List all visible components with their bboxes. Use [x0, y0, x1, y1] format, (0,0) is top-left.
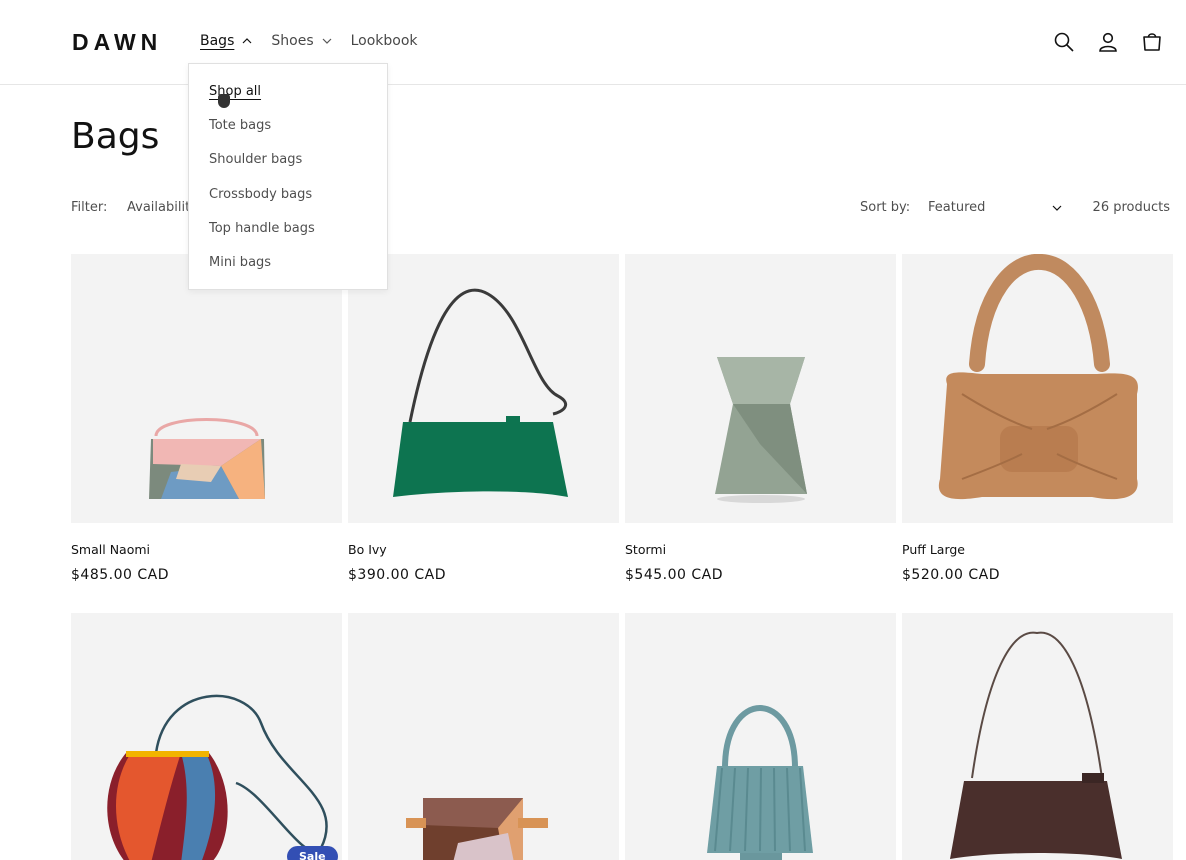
product-image[interactable] — [902, 254, 1173, 523]
product-price: $390.00 CAD — [348, 567, 446, 583]
dropdown-item-crossbody-bags[interactable]: Crossbody bags — [209, 187, 312, 202]
bag-image — [938, 254, 1138, 500]
sort-select[interactable]: Featured — [928, 200, 1062, 215]
product-card[interactable]: Stormi $545.00 CAD — [625, 254, 896, 583]
filter-label: Filter: — [71, 200, 108, 215]
bag-image — [715, 357, 807, 503]
product-name[interactable]: Bo Ivy — [348, 542, 619, 557]
bag-image — [149, 418, 265, 499]
bag-image — [707, 705, 813, 860]
nav-item-label: Bags — [200, 33, 235, 49]
product-price: $485.00 CAD — [71, 567, 169, 583]
bag-image — [950, 631, 1122, 859]
sort-value: Featured — [928, 200, 986, 215]
search-icon[interactable] — [1052, 30, 1076, 54]
product-name[interactable]: Small Naomi — [71, 542, 342, 557]
dropdown-item-shop-all[interactable]: Shop all — [209, 84, 261, 99]
mouse-cursor — [218, 94, 230, 108]
product-image[interactable] — [625, 254, 896, 523]
logo[interactable]: DAWN — [72, 29, 162, 56]
page-title: Bags — [71, 116, 160, 157]
cart-icon[interactable] — [1140, 30, 1164, 54]
dropdown-item-shoulder-bags[interactable]: Shoulder bags — [209, 152, 302, 167]
nav-item-lookbook[interactable]: Lookbook — [351, 33, 418, 49]
nav-item-shoes[interactable]: Shoes — [271, 33, 332, 49]
product-card[interactable] — [902, 613, 1173, 860]
product-name[interactable]: Puff Large — [902, 542, 1173, 557]
product-card[interactable]: Bo Ivy $390.00 CAD — [348, 254, 619, 583]
product-card[interactable] — [71, 613, 342, 860]
product-image[interactable] — [348, 254, 619, 523]
sort-label: Sort by: — [860, 200, 911, 215]
product-price: $545.00 CAD — [625, 567, 723, 583]
main-nav: Bags Shoes Lookbook — [200, 33, 437, 49]
dropdown-item-mini-bags[interactable]: Mini bags — [209, 255, 271, 270]
bag-image — [393, 288, 568, 497]
chevron-down-icon — [1052, 205, 1062, 211]
bag-image — [406, 798, 548, 860]
dropdown-item-top-handle-bags[interactable]: Top handle bags — [209, 221, 315, 236]
product-image[interactable] — [625, 613, 896, 860]
product-card[interactable]: Puff Large $520.00 CAD — [902, 254, 1173, 583]
bag-image — [107, 694, 328, 860]
product-card[interactable]: Small Naomi $485.00 CAD — [71, 254, 342, 583]
chevron-up-icon — [242, 38, 252, 44]
nav-item-label: Shoes — [271, 33, 314, 49]
site-header: DAWN Bags Shoes Lookbook — [0, 0, 1186, 85]
product-card[interactable] — [625, 613, 896, 860]
chevron-down-icon — [322, 38, 332, 44]
nav-item-bags[interactable]: Bags — [200, 33, 252, 49]
product-price: $520.00 CAD — [902, 567, 1000, 583]
product-image[interactable] — [902, 613, 1173, 860]
product-count: 26 products — [1092, 200, 1170, 215]
dropdown-item-tote-bags[interactable]: Tote bags — [209, 118, 271, 133]
product-card[interactable] — [348, 613, 619, 860]
product-image[interactable] — [71, 254, 342, 523]
nav-item-label: Lookbook — [350, 33, 418, 49]
account-icon[interactable] — [1096, 30, 1120, 54]
header-icons — [1032, 30, 1164, 54]
sale-badge: Sale — [287, 846, 338, 860]
product-name[interactable]: Stormi — [625, 542, 896, 557]
product-image[interactable] — [348, 613, 619, 860]
product-image[interactable] — [71, 613, 342, 860]
